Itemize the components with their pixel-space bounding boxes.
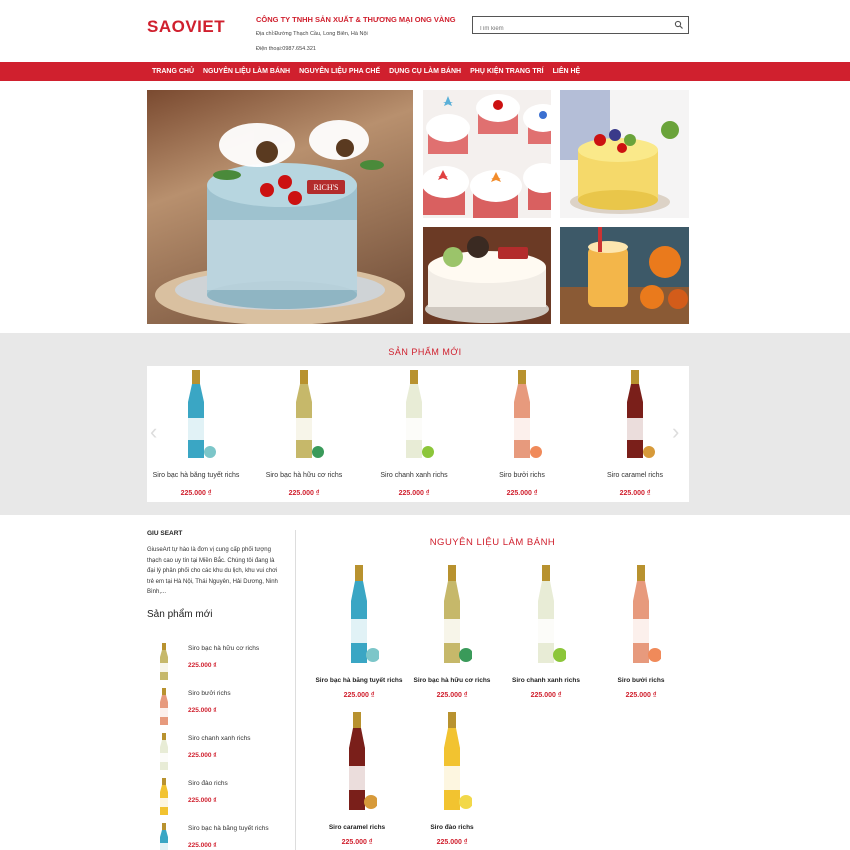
nav-item-baking-tools[interactable]: DỤNG CỤ LÀM BÁNH bbox=[389, 68, 461, 75]
sidebar-product[interactable]: Siro bạc hà băng tuyết richs 225.000 ₫ bbox=[147, 823, 292, 850]
banner-main-cake[interactable]: RICH'S bbox=[147, 90, 413, 324]
banner-fruit-cake[interactable] bbox=[560, 90, 689, 218]
banner-cupcakes[interactable] bbox=[423, 90, 551, 218]
category-product[interactable]: Siro bạc hà hữu cơ richs 225.000 ₫ bbox=[404, 565, 500, 699]
new-products-title: SẢN PHẨM MỚI bbox=[388, 347, 462, 357]
cake-illustration: RICH'S bbox=[155, 120, 405, 324]
nav-item-home[interactable]: TRANG CHỦ bbox=[152, 68, 194, 75]
product-bottle-image bbox=[188, 370, 216, 458]
cake-label: RICH'S bbox=[313, 183, 338, 192]
sidebar-product-price: 225.000 ₫ bbox=[188, 662, 217, 669]
category-product[interactable]: Siro bạc hà băng tuyết richs 225.000 ₫ bbox=[311, 565, 407, 699]
sidebar-product-name[interactable]: Siro bạc hà băng tuyết richs bbox=[188, 825, 269, 832]
product-bottle-image bbox=[633, 565, 662, 663]
product-price: 225.000 ₫ bbox=[436, 692, 468, 699]
sidebar-product[interactable]: Siro bạc hà hữu cơ richs 225.000 ₫ bbox=[147, 643, 292, 685]
product-price: 225.000 ₫ bbox=[288, 490, 320, 497]
product-bottle-image bbox=[296, 370, 324, 458]
nav-item-drink-ingredients[interactable]: NGUYÊN LIỆU PHA CHẾ bbox=[299, 68, 380, 75]
sidebar-product[interactable]: Siro chanh xanh richs 225.000 ₫ bbox=[147, 733, 292, 775]
search-icon[interactable] bbox=[674, 20, 684, 30]
banner-coconut-cake[interactable] bbox=[423, 227, 551, 324]
category-product[interactable]: Siro chanh xanh richs 225.000 ₫ bbox=[498, 565, 594, 699]
carousel-product[interactable]: Siro bưởi richs 225.000 ₫ bbox=[472, 370, 572, 497]
product-name[interactable]: Siro đào richs bbox=[404, 823, 500, 833]
sidebar-product-price: 225.000 ₫ bbox=[188, 707, 217, 714]
sidebar: GIU SEART GiuseArt tự hào là đơn vị cung… bbox=[147, 530, 292, 620]
product-price: 225.000 ₫ bbox=[343, 692, 375, 699]
product-price: 225.000 ₫ bbox=[625, 692, 657, 699]
product-name[interactable]: Siro caramel richs bbox=[585, 472, 685, 479]
site-header: SAOVIET CÔNG TY TNHH SẢN XUẤT & THƯƠNG M… bbox=[0, 0, 850, 62]
sidebar-new-products-title: Sản phẩm mới bbox=[147, 608, 213, 620]
product-name[interactable]: Siro bạc hà hữu cơ richs bbox=[254, 472, 354, 479]
product-bottle-image bbox=[444, 565, 473, 663]
product-name[interactable]: Siro caramel richs bbox=[309, 823, 405, 833]
product-name[interactable]: Siro bưởi richs bbox=[593, 676, 689, 686]
carousel-product[interactable]: Siro bạc hà băng tuyết richs 225.000 ₫ bbox=[146, 370, 246, 497]
sidebar-product[interactable]: Siro bưởi richs 225.000 ₫ bbox=[147, 688, 292, 730]
category-product[interactable]: Siro bưởi richs 225.000 ₫ bbox=[593, 565, 689, 699]
product-bottle-image bbox=[444, 712, 473, 810]
product-price: 225.000 ₫ bbox=[398, 490, 430, 497]
product-price: 225.000 ₫ bbox=[530, 692, 562, 699]
category-product[interactable]: Siro đào richs 225.000 ₫ bbox=[404, 712, 500, 846]
product-bottle-image bbox=[514, 370, 542, 458]
product-name[interactable]: Siro chanh xanh richs bbox=[364, 472, 464, 479]
sidebar-product-thumb bbox=[160, 778, 168, 815]
drink-illustration bbox=[560, 227, 689, 324]
product-price: 225.000 ₫ bbox=[436, 839, 468, 846]
sidebar-product-thumb bbox=[160, 643, 168, 680]
carousel-product[interactable]: Siro chanh xanh richs 225.000 ₫ bbox=[364, 370, 464, 497]
sidebar-product-price: 225.000 ₫ bbox=[188, 752, 217, 759]
cupcakes-illustration bbox=[423, 94, 551, 218]
product-bottle-image bbox=[351, 565, 380, 663]
carousel-product[interactable]: Siro caramel richs 225.000 ₫ bbox=[585, 370, 685, 497]
product-name[interactable]: Siro bạc hà băng tuyết richs bbox=[146, 472, 246, 479]
product-price: 225.000 ₫ bbox=[180, 490, 212, 497]
sidebar-product-name[interactable]: Siro bạc hà hữu cơ richs bbox=[188, 645, 259, 652]
sidebar-product-name[interactable]: Siro bưởi richs bbox=[188, 690, 231, 697]
product-price: 225.000 ₫ bbox=[619, 490, 651, 497]
column-divider bbox=[295, 530, 296, 850]
company-phone: Điện thoại:0987.654.321 bbox=[256, 46, 316, 52]
sidebar-product-thumb bbox=[160, 733, 168, 770]
product-bottle-image bbox=[538, 565, 567, 663]
company-address: Địa chỉ:Đường Thạch Cầu, Long Biên, Hà N… bbox=[256, 31, 368, 37]
product-name[interactable]: Siro chanh xanh richs bbox=[498, 676, 594, 686]
sidebar-product-thumb bbox=[160, 823, 168, 850]
sidebar-about-text: GiuseArt tự hào là đơn vị cung cấp phối … bbox=[147, 547, 278, 595]
sidebar-product-name[interactable]: Siro chanh xanh richs bbox=[188, 735, 251, 742]
product-bottle-image bbox=[349, 712, 378, 810]
coconut-cake-illustration bbox=[425, 236, 549, 323]
category-product[interactable]: Siro caramel richs 225.000 ₫ bbox=[309, 712, 405, 846]
sidebar-about-title: GIU SEART bbox=[147, 530, 183, 537]
sidebar-product-name[interactable]: Siro đào richs bbox=[188, 780, 228, 787]
product-name[interactable]: Siro bạc hà hữu cơ richs bbox=[404, 676, 500, 686]
sidebar-product-price: 225.000 ₫ bbox=[188, 842, 217, 849]
product-name[interactable]: Siro bưởi richs bbox=[472, 472, 572, 479]
search-box bbox=[472, 16, 689, 37]
product-price: 225.000 ₫ bbox=[341, 839, 373, 846]
site-logo[interactable]: SAOVIET bbox=[147, 17, 225, 37]
sidebar-product-thumb bbox=[160, 688, 168, 725]
fruit-cake-illustration bbox=[560, 90, 679, 214]
product-bottle-image bbox=[406, 370, 434, 458]
sidebar-product[interactable]: Siro đào richs 225.000 ₫ bbox=[147, 778, 292, 820]
nav-item-baking-ingredients[interactable]: NGUYÊN LIỆU LÀM BÁNH bbox=[203, 68, 290, 75]
main-nav: TRANG CHỦ NGUYÊN LIỆU LÀM BÁNH NGUYÊN LI… bbox=[0, 62, 850, 81]
product-bottle-image bbox=[627, 370, 655, 458]
nav-item-contact[interactable]: LIÊN HỆ bbox=[553, 68, 581, 75]
company-info: CÔNG TY TNHH SẢN XUẤT & THƯƠNG MẠI ONG V… bbox=[256, 13, 456, 57]
banner-drink[interactable] bbox=[560, 227, 689, 324]
product-name[interactable]: Siro bạc hà băng tuyết richs bbox=[311, 676, 407, 686]
product-price: 225.000 ₫ bbox=[506, 490, 538, 497]
carousel-product[interactable]: Siro bạc hà hữu cơ richs 225.000 ₫ bbox=[254, 370, 354, 497]
category-title: NGUYÊN LIỆU LÀM BÁNH bbox=[429, 537, 556, 548]
sidebar-product-price: 225.000 ₫ bbox=[188, 797, 217, 804]
search-input[interactable] bbox=[473, 21, 663, 37]
nav-item-decorations[interactable]: PHỤ KIỆN TRANG TRÍ bbox=[470, 68, 544, 75]
company-name: CÔNG TY TNHH SẢN XUẤT & THƯƠNG MẠI ONG V… bbox=[256, 15, 456, 24]
